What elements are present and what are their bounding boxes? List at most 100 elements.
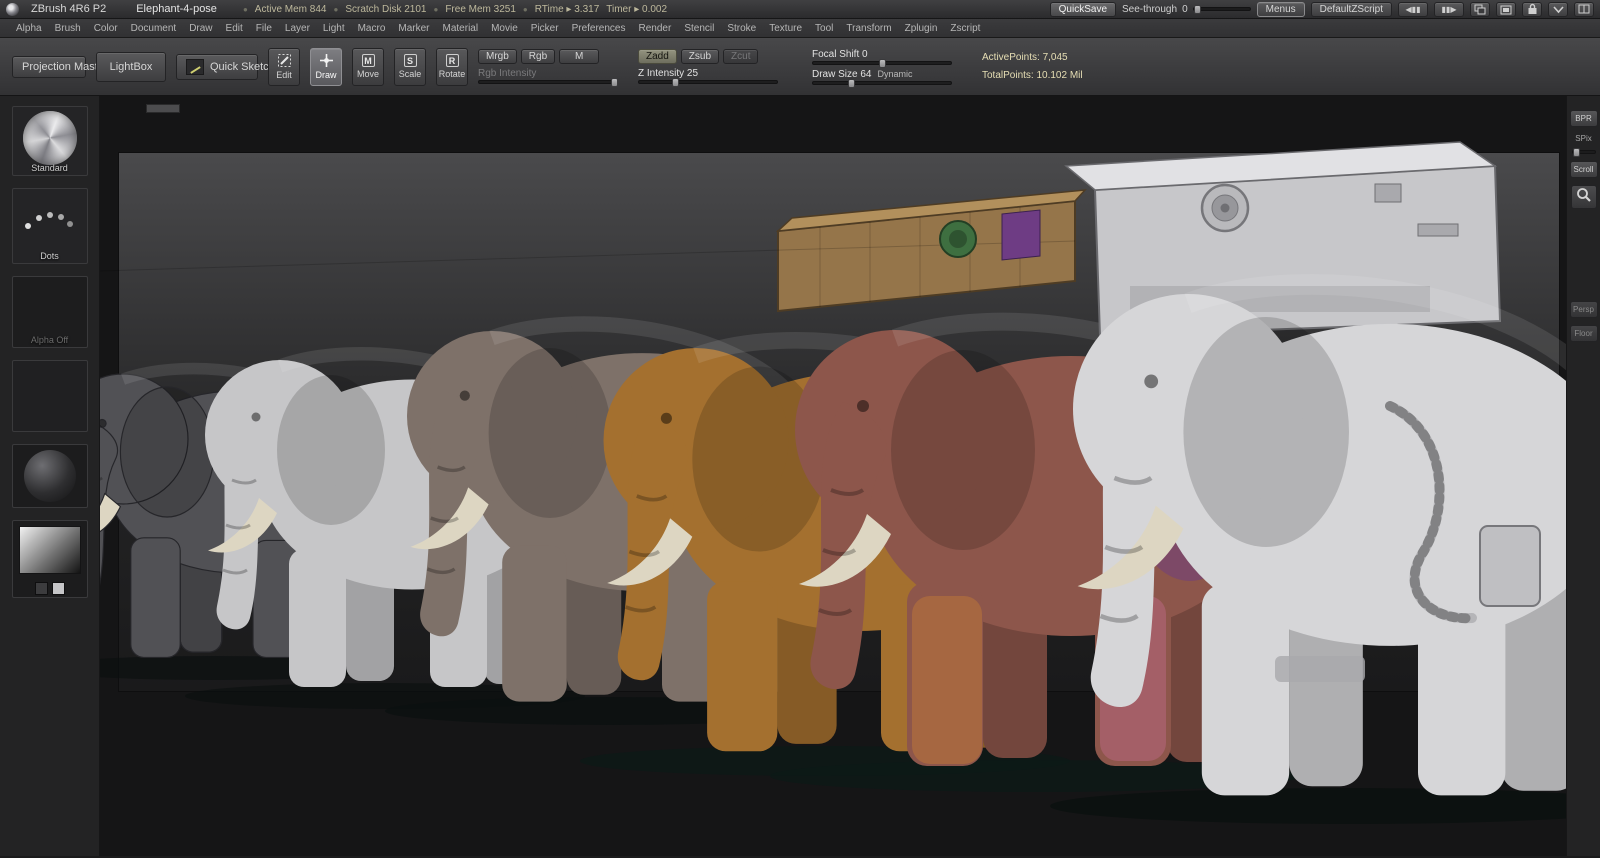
current-brush-thumbnail[interactable]: Standard (11, 106, 88, 176)
menu-picker[interactable]: Picker (525, 22, 565, 35)
persp-button[interactable]: Persp (1569, 301, 1598, 318)
lock-icon (1527, 3, 1538, 15)
scale-mode-button[interactable]: S Scale (394, 47, 426, 86)
dots-stroke-icon (13, 189, 87, 247)
menus-toggle-button[interactable]: Menus (1256, 1, 1305, 17)
current-stroke-thumbnail[interactable]: Dots (11, 188, 88, 264)
main-color-swatch[interactable] (34, 582, 48, 595)
zoom-tool-button[interactable] (1570, 185, 1597, 209)
menu-marker[interactable]: Marker (392, 22, 435, 35)
menu-document[interactable]: Document (125, 22, 183, 35)
minimize-button[interactable] (1548, 1, 1568, 17)
rotate-icon: R (445, 54, 459, 67)
expand-layout-button[interactable] (1574, 1, 1594, 17)
draw-icon (319, 53, 334, 68)
see-through-slider[interactable]: See-through 0 (1122, 4, 1251, 15)
draw-label: Draw (315, 70, 337, 80)
menu-transform[interactable]: Transform (840, 22, 897, 35)
draw-mode-button[interactable]: Draw (310, 47, 342, 86)
edit-mode-button[interactable]: Edit (268, 47, 300, 86)
rgb-intensity-handle[interactable] (611, 78, 619, 87)
lightbox-button[interactable]: LightBox (96, 51, 166, 82)
color-picker[interactable] (11, 520, 88, 598)
scale-icon: S (403, 54, 417, 67)
move-mode-button[interactable]: M Move (352, 47, 384, 86)
spix-label: SPix (1575, 134, 1592, 143)
app-title: ZBrush 4R6 P2 (31, 3, 107, 15)
mrgb-button[interactable]: Mrgb (478, 49, 517, 64)
menu-render[interactable]: Render (633, 22, 678, 35)
z-intensity-label: Z Intensity 25 (638, 68, 699, 79)
menu-preferences[interactable]: Preferences (566, 22, 632, 35)
menu-edit[interactable]: Edit (220, 22, 249, 35)
current-alpha-thumbnail[interactable]: Alpha Off (11, 276, 88, 348)
move-label: Move (356, 69, 379, 79)
focal-shift-handle[interactable] (879, 58, 887, 68)
zcut-button[interactable]: Zcut (723, 49, 759, 64)
color-gradient-square[interactable] (18, 526, 81, 574)
z-intensity-slider[interactable]: Z Intensity 25 (638, 68, 788, 87)
chevron-down-icon (1552, 4, 1564, 14)
tray-scroll-left-button[interactable]: ◀▮▮ (1398, 1, 1428, 17)
rgb-intensity-label: Rgb Intensity (478, 68, 537, 79)
rotate-mode-button[interactable]: R Rotate (436, 47, 468, 86)
stroke-name-label: Dots (40, 251, 59, 261)
lock-button[interactable] (1522, 1, 1542, 17)
active-points-readout: ActivePoints: 7,045 (982, 51, 1068, 63)
menu-file[interactable]: File (250, 22, 278, 35)
default-zscript-button[interactable]: DefaultZScript (1310, 1, 1392, 17)
zadd-button[interactable]: Zadd (638, 49, 677, 64)
secondary-color-swatch[interactable] (51, 582, 65, 595)
menu-tool[interactable]: Tool (809, 22, 839, 35)
edit-label: Edit (276, 70, 292, 80)
paste-doc-button[interactable] (1496, 1, 1516, 17)
memory-stats: ● Active Mem 844 ● Scratch Disk 2101 ● F… (243, 4, 667, 15)
stat-active-mem: Active Mem 844 (254, 3, 327, 15)
menu-color[interactable]: Color (88, 22, 124, 35)
menu-material[interactable]: Material (437, 22, 485, 35)
menu-macro[interactable]: Macro (352, 22, 392, 35)
rgb-intensity-slider[interactable]: Rgb Intensity (478, 68, 628, 87)
zsub-button[interactable]: Zsub (680, 49, 720, 64)
spix-slider[interactable] (1571, 148, 1596, 157)
menu-stencil[interactable]: Stencil (678, 22, 720, 35)
scroll-button[interactable]: Scroll (1569, 161, 1598, 178)
floor-button[interactable]: Floor (1569, 325, 1598, 342)
copy-doc-button[interactable] (1470, 1, 1490, 17)
bpr-button[interactable]: BPR (1569, 110, 1598, 127)
menu-zscript[interactable]: Zscript (944, 22, 986, 35)
projection-master-button[interactable]: Projection Master (12, 55, 108, 78)
top-shelf: Projection Master LightBox Quick Sketch … (0, 38, 1600, 96)
dynamic-label[interactable]: Dynamic (877, 69, 912, 79)
see-through-track[interactable] (1192, 5, 1251, 14)
menu-zplugin[interactable]: Zplugin (899, 22, 944, 35)
document-canvas[interactable] (100, 96, 1566, 856)
menu-light[interactable]: Light (317, 22, 351, 35)
menu-brush[interactable]: Brush (49, 22, 87, 35)
focal-shift-slider[interactable]: Focal Shift 0 (812, 49, 962, 68)
m-button[interactable]: M (559, 49, 600, 64)
current-texture-thumbnail[interactable] (11, 360, 88, 432)
menu-alpha[interactable]: Alpha (10, 22, 48, 35)
see-through-handle[interactable] (1194, 5, 1202, 14)
draw-size-handle[interactable] (847, 78, 855, 88)
tray-scroll-right-button[interactable]: ▮▮▶ (1434, 1, 1464, 17)
rgb-button[interactable]: Rgb (520, 49, 556, 64)
stat-rtime: RTime ▸ 3.317 (534, 3, 600, 15)
bullet-separator: ● (333, 4, 339, 14)
menu-layer[interactable]: Layer (279, 22, 316, 35)
menu-draw[interactable]: Draw (183, 22, 218, 35)
standard-brush-icon (22, 111, 77, 165)
see-through-value: 0 (1182, 3, 1188, 15)
menu-texture[interactable]: Texture (763, 22, 808, 35)
menu-movie[interactable]: Movie (485, 22, 524, 35)
bullet-separator: ● (433, 4, 439, 14)
quick-sketch-button[interactable]: Quick Sketch (176, 53, 275, 80)
current-material-thumbnail[interactable] (11, 444, 88, 508)
quicksave-button[interactable]: QuickSave (1049, 1, 1117, 17)
stat-scratch-disk: Scratch Disk 2101 (345, 3, 427, 15)
total-points-readout: TotalPoints: 10.102 Mil (982, 69, 1083, 81)
menu-stroke[interactable]: Stroke (721, 22, 762, 35)
z-intensity-handle[interactable] (672, 78, 680, 87)
draw-size-slider[interactable]: Draw Size 64 Dynamic (812, 69, 962, 88)
